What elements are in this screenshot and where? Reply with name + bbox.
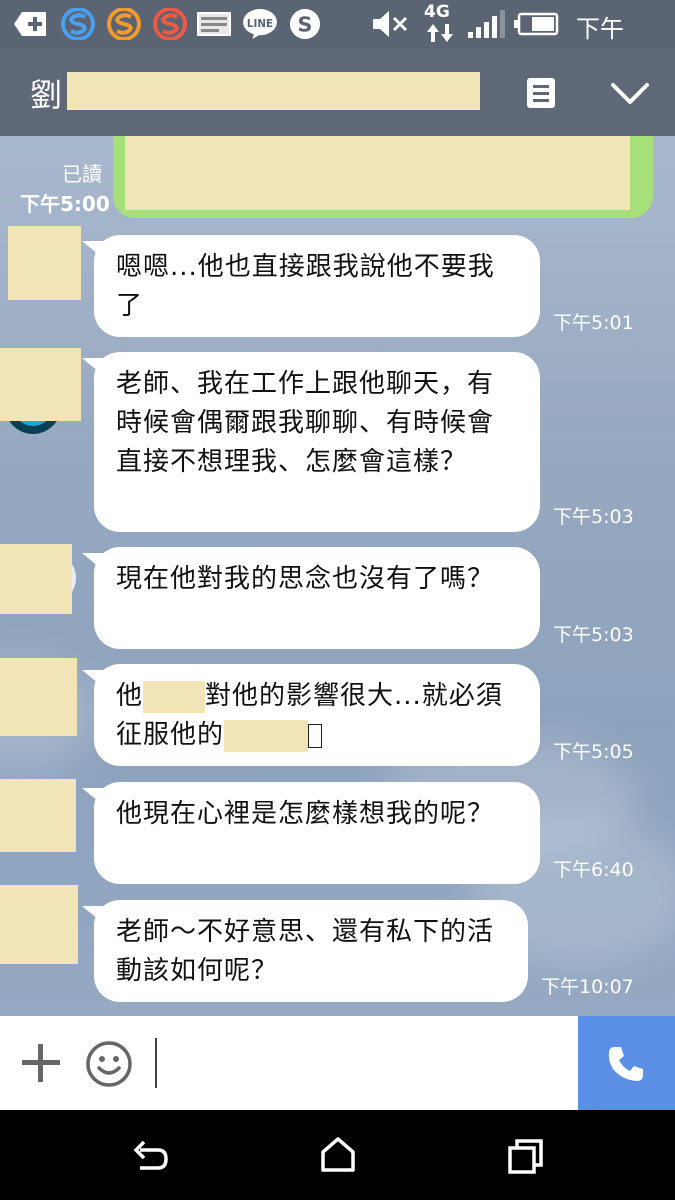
s-app-icon-blue	[61, 8, 95, 40]
read-receipt: 已讀	[62, 162, 102, 186]
svg-text:LINE: LINE	[247, 18, 273, 30]
redacted-title	[67, 72, 480, 110]
recent-apps-icon[interactable]	[506, 1137, 546, 1175]
signal-icon	[468, 10, 505, 38]
network-type-label: 4G	[424, 2, 450, 22]
avatar[interactable]	[0, 885, 78, 964]
received-message[interactable]: 現在他對我的思念也沒有了嗎？	[82, 547, 540, 649]
avatar[interactable]	[0, 779, 76, 852]
message-text: 他	[116, 681, 144, 711]
message-time: 下午6:40	[553, 859, 634, 881]
avatar[interactable]	[8, 226, 81, 300]
received-message[interactable]: 他對他的影響很大...就必須征服他的	[82, 664, 540, 766]
svg-text:S: S	[298, 13, 313, 37]
message-text: 老師～不好意思、還有私下的活動該如何呢？	[116, 917, 495, 986]
mute-icon	[373, 11, 408, 37]
chat-title[interactable]: 劉	[30, 70, 62, 116]
avatar[interactable]	[0, 658, 77, 736]
plus-icon[interactable]	[20, 1042, 62, 1084]
home-icon[interactable]	[318, 1136, 358, 1174]
received-message[interactable]: 老師～不好意思、還有私下的活動該如何呢？	[82, 900, 528, 1002]
message-text: 嗯嗯...他也直接跟我說他不要我了	[116, 252, 495, 321]
message-time: 下午10:07	[541, 976, 634, 998]
message-time: 下午5:03	[553, 506, 634, 528]
chat-area[interactable]: 已讀 下午5:00 嗯嗯...他也直接跟我說他不要我了 下午5:01 老師、我在…	[0, 136, 675, 1016]
s-app-icon-red	[153, 8, 187, 40]
text-cursor	[155, 1038, 157, 1088]
battery-icon	[514, 12, 559, 36]
skype-icon: S	[289, 8, 321, 40]
received-message[interactable]: 老師、我在工作上跟他聊天，有時候會偶爾跟我聊聊、有時候會直接不想理我、怎麼會這樣…	[82, 352, 540, 532]
status-bar: LINE S 4G 下午1:16	[0, 0, 675, 72]
chat-header: 劉	[0, 48, 675, 136]
message-text: 	[308, 723, 323, 748]
chevron-down-icon[interactable]	[610, 82, 650, 106]
line-icon: LINE	[243, 8, 277, 40]
plus-notification-icon	[14, 12, 46, 36]
data-arrows-icon	[427, 24, 453, 42]
phone-icon	[608, 1047, 643, 1081]
navigation-bar	[0, 1110, 675, 1200]
back-icon[interactable]	[130, 1138, 170, 1174]
message-time: 下午5:00	[20, 192, 110, 216]
smiley-icon[interactable]	[85, 1040, 133, 1088]
received-message[interactable]: 嗯嗯...他也直接跟我說他不要我了	[82, 235, 540, 337]
message-text: 現在他對我的思念也沒有了嗎？	[116, 564, 495, 594]
received-message[interactable]: 他現在心裡是怎麼樣想我的呢？	[82, 782, 540, 884]
call-button[interactable]	[578, 1016, 675, 1110]
message-input[interactable]	[155, 1036, 565, 1090]
redacted-text	[224, 719, 309, 752]
gallery-icon	[197, 12, 231, 36]
avatar[interactable]	[0, 348, 81, 421]
document-menu-icon[interactable]	[526, 77, 556, 109]
message-time: 下午5:01	[553, 312, 634, 334]
s-app-icon-orange	[107, 8, 141, 40]
redacted-text	[143, 680, 206, 713]
message-text: 他現在心裡是怎麼樣想我的呢？	[116, 799, 495, 829]
message-time: 下午5:03	[553, 624, 634, 646]
message-time: 下午5:05	[553, 741, 634, 763]
redacted-sent-message	[125, 136, 630, 210]
message-input-bar	[0, 1016, 578, 1110]
avatar[interactable]	[0, 544, 72, 614]
message-text: 老師、我在工作上跟他聊天，有時候會偶爾跟我聊聊、有時候會直接不想理我、怎麼會這樣…	[116, 369, 495, 477]
